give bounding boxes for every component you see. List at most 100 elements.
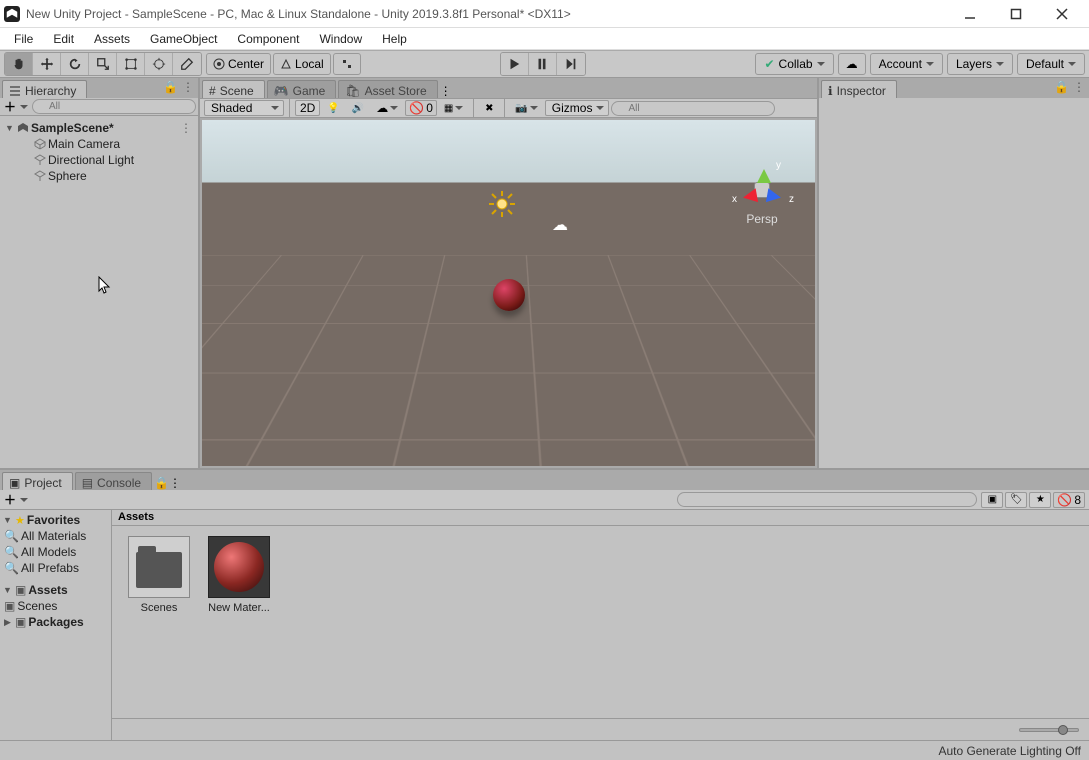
search-by-label-button[interactable]: 🏷: [1005, 492, 1027, 508]
layout-dropdown[interactable]: Default: [1017, 53, 1085, 75]
rotate-tool-button[interactable]: [61, 53, 89, 75]
hierarchy-panel: Hierarchy 🔒 ⋮ ＋ 🔍 ▼ SampleScene*: [0, 78, 200, 468]
asset-item-folder[interactable]: Scenes: [126, 536, 192, 614]
project-search-input[interactable]: [677, 492, 977, 507]
grid-dropdown[interactable]: ▦: [439, 100, 468, 116]
tab-hierarchy[interactable]: Hierarchy: [2, 80, 87, 98]
panel-menu-icon[interactable]: ⋮: [182, 80, 194, 94]
draw-mode-dropdown[interactable]: Shaded: [204, 100, 284, 116]
layers-dropdown[interactable]: Layers: [947, 53, 1013, 75]
transform-tool-button[interactable]: [145, 53, 173, 75]
panel-menu-icon[interactable]: ⋮: [169, 476, 181, 490]
projection-label[interactable]: Persp: [746, 212, 777, 226]
play-button[interactable]: [501, 53, 529, 75]
menu-help[interactable]: Help: [372, 30, 417, 48]
asset-item-material[interactable]: New Mater...: [206, 536, 272, 614]
tools-button[interactable]: ✖: [479, 100, 499, 116]
audio-toggle[interactable]: 🔊: [347, 100, 369, 116]
scene-row[interactable]: ▼ SampleScene* ⋮: [4, 120, 196, 136]
axis-y-icon[interactable]: [757, 162, 771, 183]
shading-label: Shaded: [211, 101, 252, 115]
panel-menu-icon[interactable]: ⋮: [1073, 80, 1085, 94]
scene-menu-icon[interactable]: ⋮: [180, 121, 192, 135]
save-search-button[interactable]: ★: [1029, 492, 1051, 508]
cloud-icon: ☁: [376, 101, 388, 115]
hierarchy-search-input[interactable]: [32, 99, 196, 114]
move-tool-button[interactable]: [33, 53, 61, 75]
foldout-icon[interactable]: ▼: [4, 123, 15, 133]
lighting-status[interactable]: Auto Generate Lighting Off: [938, 744, 1081, 758]
favorite-item[interactable]: 🔍All Models: [0, 544, 111, 560]
2d-toggle[interactable]: 2D: [295, 100, 320, 116]
step-button[interactable]: [557, 53, 585, 75]
material-preview-icon: [214, 542, 264, 592]
asset-label: Scenes: [126, 602, 192, 614]
project-create-button[interactable]: ＋: [4, 491, 16, 508]
tab-project[interactable]: ▣Project: [2, 472, 73, 490]
console-tab-label: Console: [97, 476, 141, 490]
cloud-button[interactable]: ☁: [838, 53, 866, 75]
hidden-packages-button[interactable]: 🚫8: [1053, 492, 1085, 508]
hierarchy-item[interactable]: Sphere: [4, 168, 196, 184]
snap-button[interactable]: [333, 53, 361, 75]
asset-grid[interactable]: Scenes New Mater...: [112, 526, 1089, 718]
panel-lock-icon[interactable]: 🔒: [163, 80, 178, 94]
window-close-button[interactable]: [1039, 0, 1085, 28]
menu-gameobject[interactable]: GameObject: [140, 30, 227, 48]
favorite-item[interactable]: 🔍All Prefabs: [0, 560, 111, 576]
menu-edit[interactable]: Edit: [43, 30, 84, 48]
tab-scene[interactable]: #Scene: [202, 80, 265, 98]
project-tree[interactable]: ▼★Favorites 🔍All Materials 🔍All Models 🔍…: [0, 510, 112, 740]
folder-item[interactable]: ▣Scenes: [0, 598, 111, 614]
breadcrumb[interactable]: Assets: [112, 510, 1089, 526]
gizmos-dropdown[interactable]: Gizmos: [545, 100, 610, 116]
packages-row[interactable]: ▶▣Packages: [0, 614, 111, 630]
fav-label: All Materials: [21, 529, 86, 543]
search-by-type-button[interactable]: ▣: [981, 492, 1003, 508]
hierarchy-create-button[interactable]: ＋: [4, 98, 16, 115]
pivot-mode-button[interactable]: Center: [206, 53, 271, 75]
tab-game[interactable]: 🎮Game: [267, 80, 337, 98]
hand-tool-button[interactable]: [5, 53, 33, 75]
favorite-item[interactable]: 🔍All Materials: [0, 528, 111, 544]
menu-assets[interactable]: Assets: [84, 30, 140, 48]
assets-row[interactable]: ▼▣Assets: [0, 582, 111, 598]
tab-asset-store[interactable]: 🛍Asset Store: [338, 80, 437, 98]
account-dropdown[interactable]: Account: [870, 53, 943, 75]
hierarchy-tree[interactable]: ▼ SampleScene* ⋮ Main Camera Directional…: [0, 116, 198, 468]
window-maximize-button[interactable]: [993, 0, 1039, 28]
tab-inspector[interactable]: ℹ Inspector: [821, 80, 897, 98]
scene-viewport[interactable]: ☁ x y z Persp: [202, 120, 815, 466]
hierarchy-item[interactable]: Main Camera: [4, 136, 196, 152]
menu-component[interactable]: Component: [227, 30, 309, 48]
hidden-objects-button[interactable]: 🚫0: [405, 100, 437, 116]
panel-lock-icon[interactable]: 🔒: [1054, 80, 1069, 94]
pause-button[interactable]: [529, 53, 557, 75]
axis-x-icon[interactable]: [735, 188, 758, 205]
hierarchy-item[interactable]: Directional Light: [4, 152, 196, 168]
2d-label: 2D: [300, 101, 315, 115]
scene-search-input[interactable]: [611, 101, 775, 116]
menu-window[interactable]: Window: [309, 30, 372, 48]
rect-tool-button[interactable]: [117, 53, 145, 75]
pivot-rotation-button[interactable]: Local: [273, 53, 331, 75]
menu-file[interactable]: File: [4, 30, 43, 48]
panel-lock-icon[interactable]: 🔒: [154, 476, 169, 490]
orientation-gizmo[interactable]: x y z Persp: [727, 162, 797, 226]
scale-tool-button[interactable]: [89, 53, 117, 75]
axis-z-icon[interactable]: [766, 188, 789, 205]
custom-tool-button[interactable]: [173, 53, 201, 75]
transform-tools: [4, 52, 202, 76]
camera-dropdown[interactable]: 📷: [510, 100, 542, 116]
favorites-row[interactable]: ▼★Favorites: [0, 512, 111, 528]
collab-dropdown[interactable]: ✔Collab: [755, 53, 833, 75]
lighting-toggle[interactable]: 💡: [322, 100, 344, 116]
window-minimize-button[interactable]: [947, 0, 993, 28]
tab-console[interactable]: ▤Console: [75, 472, 152, 490]
item-label: Directional Light: [48, 153, 134, 167]
thumbnail-size-slider[interactable]: [1019, 728, 1079, 732]
panel-menu-icon[interactable]: ⋮: [440, 84, 452, 98]
sphere-object[interactable]: [493, 279, 525, 311]
directional-light-gizmo[interactable]: [488, 190, 516, 218]
fx-dropdown[interactable]: ☁: [371, 100, 403, 116]
